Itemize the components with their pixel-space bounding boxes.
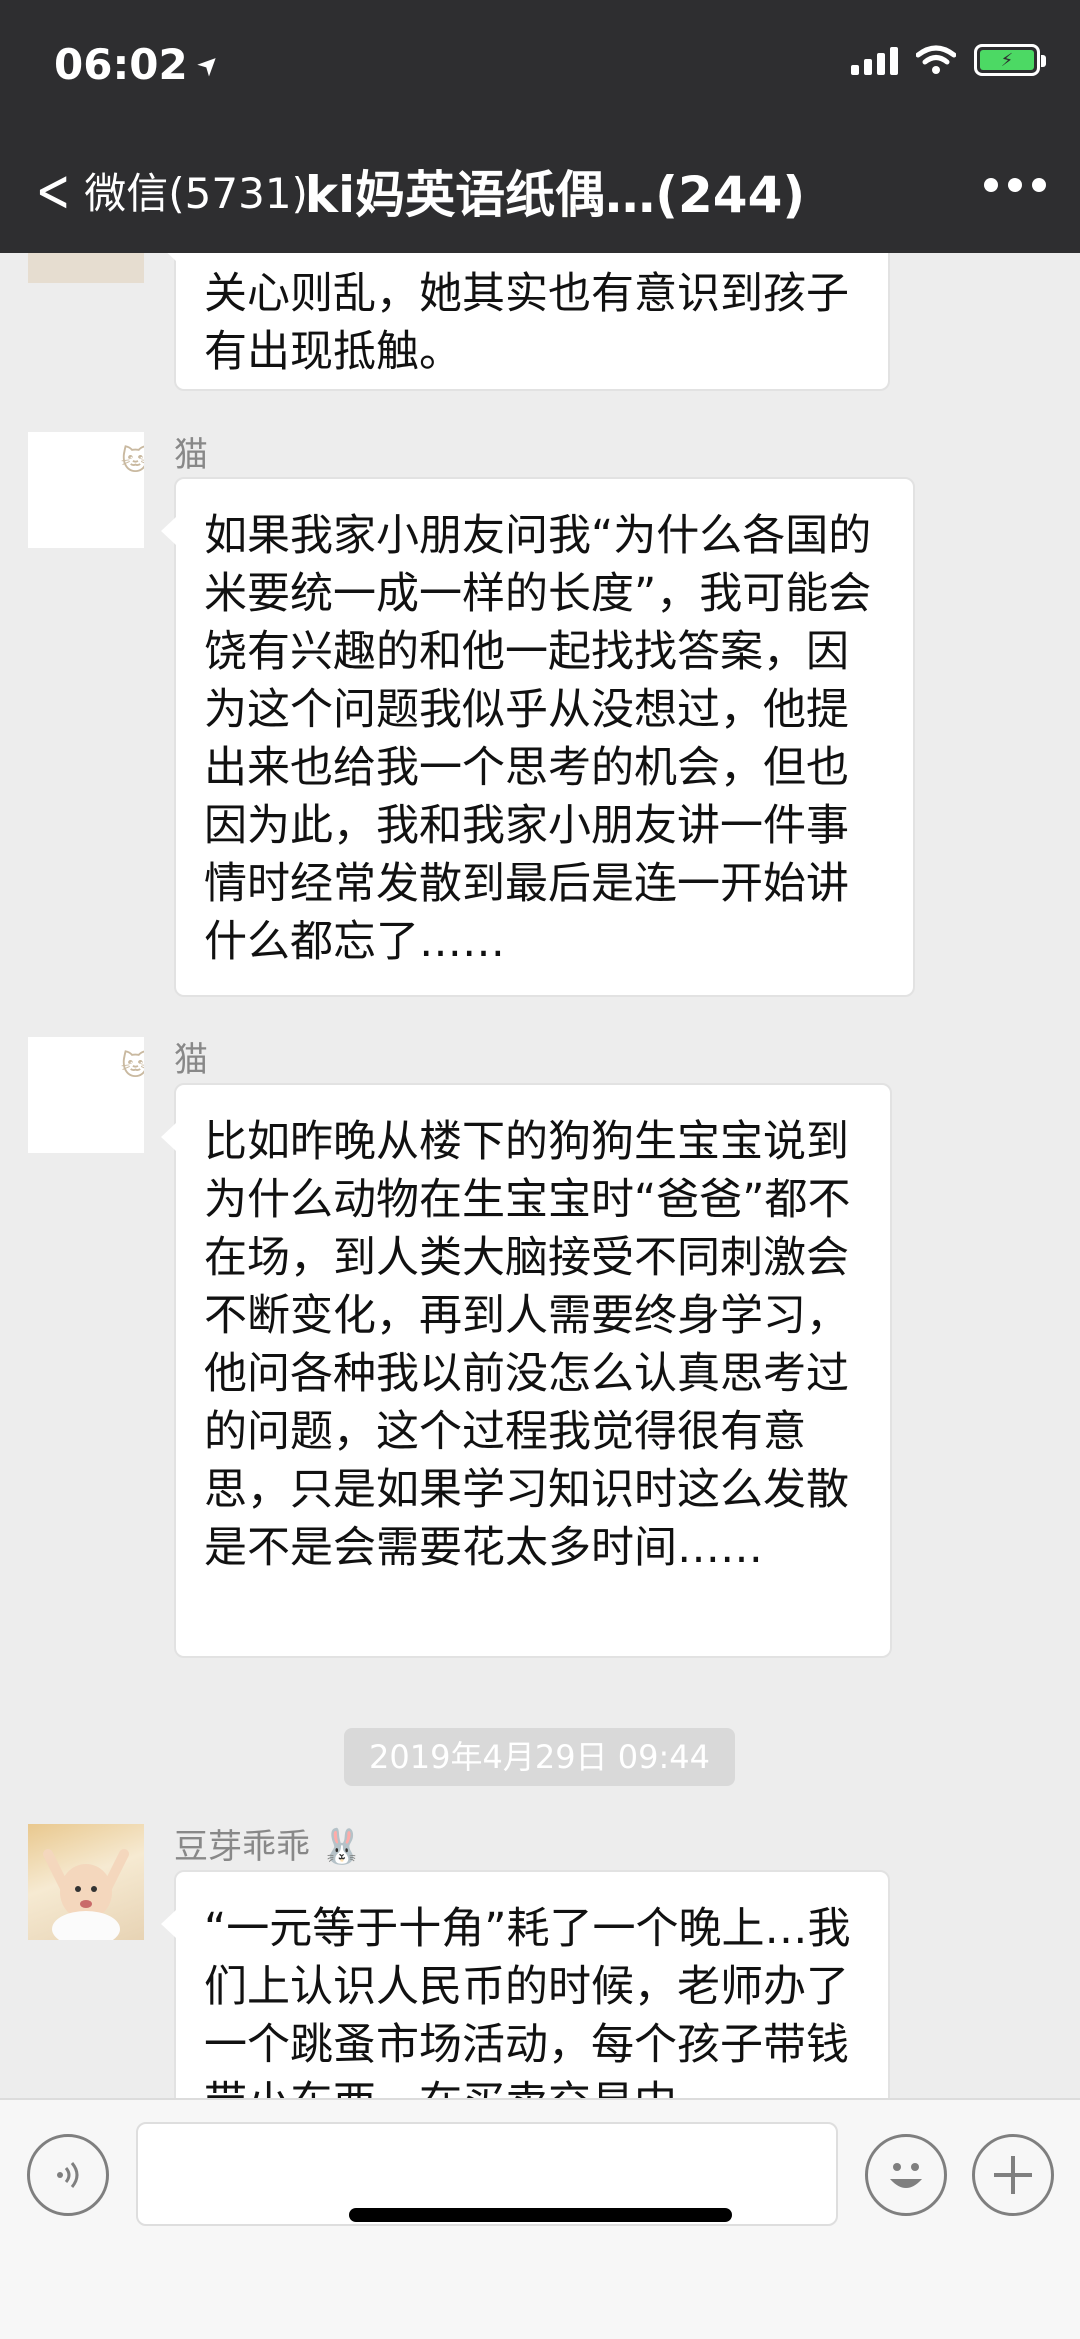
battery-icon: ⚡ xyxy=(974,44,1046,76)
cat-icon: 🐱 xyxy=(120,444,144,477)
message-text: 如果我家小朋友问我“为什么各国的米要统一成一样的长度”，我可能会饶有兴趣的和他一… xyxy=(204,511,872,967)
avatar[interactable]: 🐱 xyxy=(28,1037,144,1153)
message-bubble[interactable]: “一元等于十角”耗了一个晚上…我们上认识人民币的时候，老师办了一个跳蚤市场活动，… xyxy=(161,1870,890,2098)
message-text: 比如昨晚从楼下的狗狗生宝宝说到为什么动物在生宝宝时“爸爸”都不在场，到人类大脑接… xyxy=(204,1117,851,1573)
message-text: 关心则乱，她其实也有意识到孩子有出现抵触。 xyxy=(204,269,849,377)
message-bubble[interactable]: 比如昨晚从楼下的狗狗生宝宝说到为什么动物在生宝宝时“爸爸”都不在场，到人类大脑接… xyxy=(161,1083,892,1658)
sender-name: 猫 xyxy=(174,1040,208,1080)
chat-area[interactable]: 关心则乱，她其实也有意识到孩子有出现抵触。 🐱 猫 如果我家小朋友问我“为什么各… xyxy=(0,253,1080,2098)
avatar[interactable]: 🐱 xyxy=(28,432,144,548)
top-bar: 06:02 ➤ ⚡ < 微信(5731) ki妈英语纸偶…(244) xyxy=(0,0,1080,253)
sender-name: 豆芽乖乖 🐰 xyxy=(174,1827,364,1867)
timestamp-pill: 2019年4月29日 09:44 xyxy=(344,1728,735,1786)
message-bubble[interactable]: 如果我家小朋友问我“为什么各国的米要统一成一样的长度”，我可能会饶有兴趣的和他一… xyxy=(161,477,915,997)
message-text: “一元等于十角”耗了一个晚上…我们上认识人民币的时候，老师办了一个跳蚤市场活动，… xyxy=(204,1904,851,2098)
signal-icon xyxy=(851,45,898,75)
location-arrow-icon: ➤ xyxy=(190,46,227,83)
wifi-icon xyxy=(916,45,956,74)
voice-icon[interactable] xyxy=(27,2134,109,2216)
status-indicators: ⚡ xyxy=(851,44,1046,76)
plus-icon[interactable] xyxy=(972,2134,1054,2216)
avatar[interactable] xyxy=(28,1824,144,1940)
sender-name: 猫 xyxy=(174,435,208,475)
status-time: 06:02 ➤ xyxy=(54,40,227,89)
more-options-icon[interactable] xyxy=(984,178,1046,192)
cat-icon: 🐱 xyxy=(120,1049,144,1082)
chat-title: ki妈英语纸偶…(244) xyxy=(304,166,806,224)
home-indicator[interactable] xyxy=(349,2208,732,2222)
baby-avatar-image xyxy=(43,1849,129,1940)
message-bubble[interactable]: 关心则乱，她其实也有意识到孩子有出现抵触。 xyxy=(161,253,890,391)
emoji-icon[interactable] xyxy=(865,2134,947,2216)
avatar[interactable] xyxy=(28,253,144,283)
